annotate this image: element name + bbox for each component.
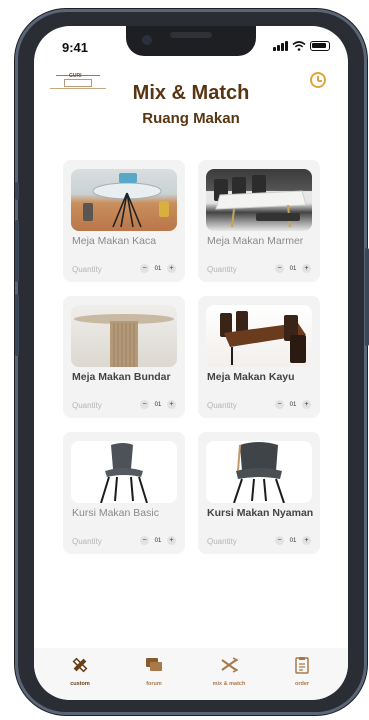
plus-button[interactable]: + bbox=[167, 536, 176, 545]
pencil-ruler-icon bbox=[72, 657, 88, 673]
product-name: Kursi Makan Basic bbox=[72, 507, 159, 519]
minus-button[interactable]: − bbox=[140, 400, 149, 409]
product-card[interactable]: Meja Makan Kayu Quantity − 01 + bbox=[198, 296, 320, 418]
battery-icon bbox=[310, 41, 330, 51]
product-card[interactable]: Meja Makan Kaca Quantity − 01 + bbox=[63, 160, 185, 282]
minus-button[interactable]: − bbox=[275, 536, 284, 545]
quantity-label: Quantity bbox=[72, 537, 102, 546]
quantity-value: 01 bbox=[154, 265, 162, 272]
product-image-comfy-chair bbox=[206, 441, 312, 503]
status-icons bbox=[273, 41, 330, 51]
chat-icon bbox=[146, 658, 162, 671]
nav-label: mix & match bbox=[212, 681, 246, 687]
shuffle-icon bbox=[221, 657, 239, 673]
product-card[interactable]: Kursi Makan Basic Quantity − 01 + bbox=[63, 432, 185, 554]
product-name: Kursi Makan Nyaman bbox=[207, 507, 314, 519]
quantity-label: Quantity bbox=[207, 265, 237, 274]
nav-label: custom bbox=[70, 681, 90, 687]
nav-forum[interactable]: forum bbox=[134, 656, 174, 687]
clipboard-icon bbox=[295, 657, 309, 674]
quantity-stepper: − 01 + bbox=[275, 536, 311, 545]
speaker bbox=[170, 32, 212, 38]
minus-button[interactable]: − bbox=[275, 400, 284, 409]
product-name: Meja Makan Marmer bbox=[207, 235, 304, 247]
status-time: 9:41 bbox=[62, 40, 89, 55]
bottom-nav: custom forum mix & match order bbox=[34, 648, 348, 700]
minus-button[interactable]: − bbox=[140, 264, 149, 273]
nav-order[interactable]: order bbox=[282, 656, 322, 687]
quantity-label: Quantity bbox=[207, 401, 237, 410]
nav-label: forum bbox=[146, 681, 162, 687]
plus-button[interactable]: + bbox=[302, 536, 311, 545]
product-name: Meja Makan Bundar bbox=[72, 371, 171, 383]
plus-button[interactable]: + bbox=[302, 264, 311, 273]
product-image-round-table bbox=[71, 305, 177, 367]
quantity-label: Quantity bbox=[72, 265, 102, 274]
side-button bbox=[365, 248, 369, 346]
page-subtitle: Ruang Makan bbox=[142, 110, 240, 127]
quantity-stepper: − 01 + bbox=[275, 264, 311, 273]
quantity-stepper: − 01 + bbox=[275, 400, 311, 409]
minus-button[interactable]: − bbox=[275, 264, 284, 273]
product-name: Meja Makan Kayu bbox=[207, 371, 295, 383]
product-image-wood-table bbox=[206, 305, 312, 367]
nav-label: order bbox=[294, 681, 310, 687]
product-image-basic-chair bbox=[71, 441, 177, 503]
quantity-value: 01 bbox=[289, 537, 297, 544]
product-image-glass-table bbox=[71, 169, 177, 231]
product-card[interactable]: Meja Makan Bundar Quantity − 01 + bbox=[63, 296, 185, 418]
page-title: Mix & Match bbox=[132, 82, 250, 104]
quantity-value: 01 bbox=[289, 265, 297, 272]
quantity-stepper: − 01 + bbox=[140, 536, 176, 545]
plus-button[interactable]: + bbox=[302, 400, 311, 409]
quantity-stepper: − 01 + bbox=[140, 400, 176, 409]
quantity-stepper: − 01 + bbox=[140, 264, 176, 273]
product-name: Meja Makan Kaca bbox=[72, 235, 157, 247]
quantity-label: Quantity bbox=[72, 401, 102, 410]
wifi-icon bbox=[292, 41, 306, 51]
product-card[interactable]: Meja Makan Marmer Quantity − 01 + bbox=[198, 160, 320, 282]
camera bbox=[142, 35, 152, 45]
app-screen: 9:41 GURI Mix & Match Ruang Makan Meja M… bbox=[34, 26, 348, 700]
plus-button[interactable]: + bbox=[167, 264, 176, 273]
nav-mix-match[interactable]: mix & match bbox=[209, 656, 249, 687]
minus-button[interactable]: − bbox=[140, 536, 149, 545]
side-button bbox=[15, 182, 19, 200]
quantity-value: 01 bbox=[154, 401, 162, 408]
product-image-marble-table bbox=[206, 169, 312, 231]
nav-custom[interactable]: custom bbox=[60, 656, 100, 687]
plus-button[interactable]: + bbox=[167, 400, 176, 409]
side-button bbox=[15, 220, 19, 282]
quantity-label: Quantity bbox=[207, 537, 237, 546]
side-button bbox=[15, 294, 19, 356]
product-card[interactable]: Kursi Makan Nyaman Quantity − 01 + bbox=[198, 432, 320, 554]
quantity-value: 01 bbox=[289, 401, 297, 408]
quantity-value: 01 bbox=[154, 537, 162, 544]
notch bbox=[126, 26, 256, 56]
signal-icon bbox=[273, 41, 288, 51]
